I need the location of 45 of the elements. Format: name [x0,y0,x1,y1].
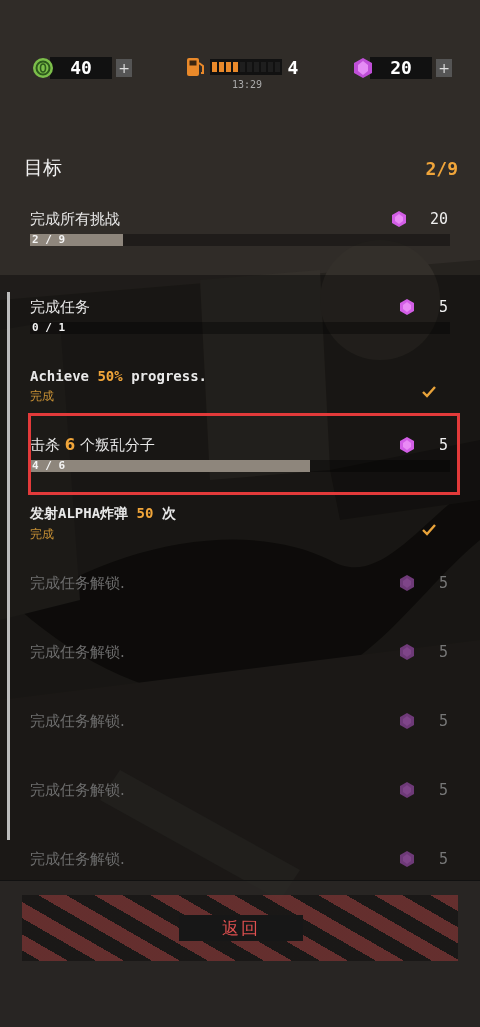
currency-amount: 40 [50,57,112,79]
gem-icon [398,850,416,868]
reward-amount: 5 [438,643,448,661]
progress-text: 2 / 9 [32,233,66,247]
add-button[interactable]: + [436,59,452,77]
mission-title: 完成任务解锁. [30,711,125,731]
gem-icon [398,781,416,799]
check-icon [422,523,436,536]
mission-title: 完成任务解锁. [30,849,125,869]
mission-title: 完成任务解锁. [30,642,125,662]
mission-title: Achieve 50% progress. [30,368,208,384]
gem-icon [398,643,416,661]
coin-icon [32,57,54,79]
goal-title: 完成所有挑战 [30,209,120,229]
mission-title: 完成任务解锁. [30,573,125,593]
back-button[interactable]: 返回 [179,915,303,941]
currency-amount: 20 [370,57,432,79]
gem-icon [352,57,374,79]
mission-title: 完成任务解锁. [30,780,125,800]
add-button[interactable]: + [116,59,132,77]
gem-icon [398,712,416,730]
gem-icon [389,210,408,228]
reward-amount: 5 [438,298,448,316]
gem-icon [398,298,416,316]
completion-count: 2/9 [425,157,458,179]
refill-timer: 13:29 [231,79,263,90]
section-title: 目标 [24,155,62,180]
reward-amount: 5 [438,712,448,730]
status-text: 完成 [30,526,54,543]
gem-icon [398,574,416,592]
fuel-count: 4 [287,56,299,78]
status-text: 完成 [30,388,54,405]
reward-amount: 5 [438,781,448,799]
mission-title: 击杀 6 个叛乱分子 [30,435,155,455]
mission-title: 发射ALPHA炸弹 50 次 [30,505,176,523]
reward-amount: 5 [438,574,448,592]
mission-title: 完成任务 [30,297,90,317]
fuel-pump-icon [185,56,204,78]
check-icon [422,385,436,398]
reward-amount: 5 [438,850,448,868]
progress-text: 0 / 1 [32,321,66,335]
progress-text: 4 / 6 [32,459,66,473]
reward-amount: 20 [429,210,448,228]
reward-amount: 5 [438,436,448,454]
gem-icon [398,436,416,454]
